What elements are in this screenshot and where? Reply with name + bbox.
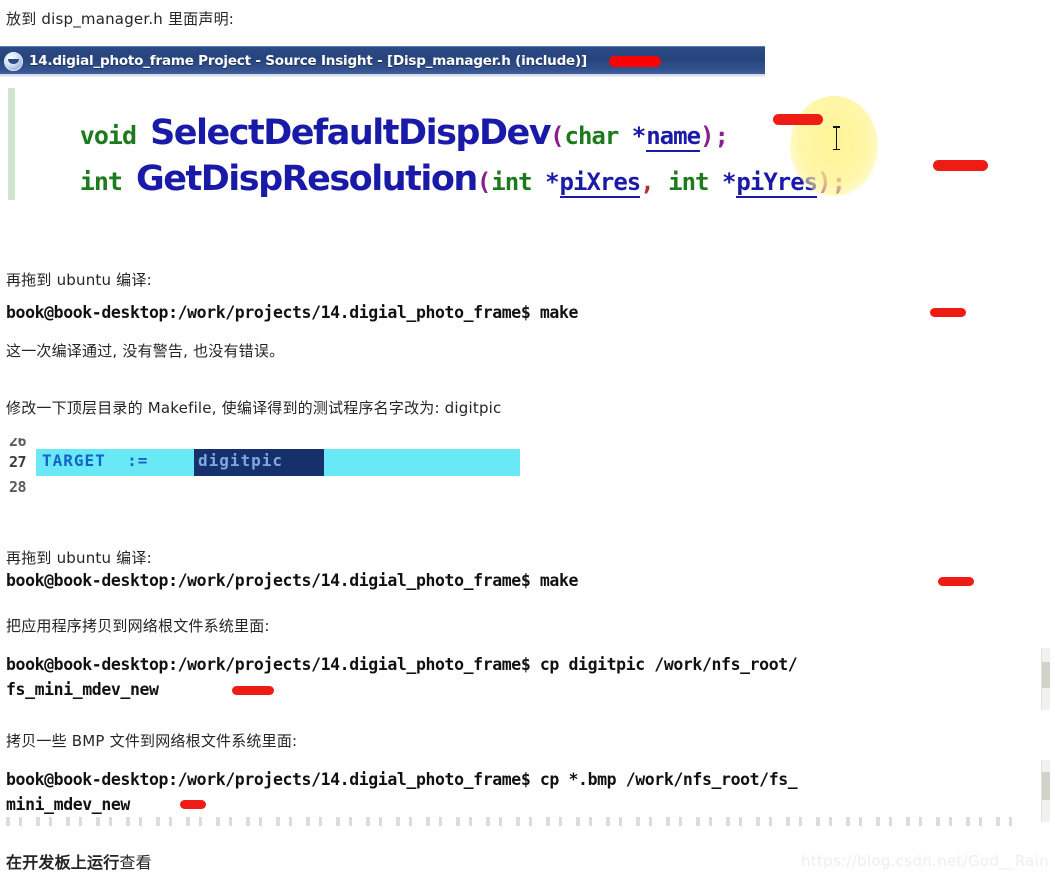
annotation-marker-compile1 bbox=[930, 308, 966, 317]
footer-heading: 在开发板上运行查看 bbox=[6, 849, 152, 873]
annotation-marker-line2 bbox=[933, 160, 988, 171]
code-semicolon-2: ; bbox=[831, 168, 847, 196]
annotation-marker-copy-app bbox=[232, 686, 274, 695]
compile2-terminal-line: book@book-desktop:/work/projects/14.digi… bbox=[6, 571, 579, 590]
terminal-truncated-row bbox=[6, 817, 1016, 826]
annotation-marker-compile2 bbox=[938, 577, 974, 586]
intro-text: 放到 disp_manager.h 里面声明: bbox=[6, 10, 235, 28]
annotation-marker-copy-bmp bbox=[180, 800, 206, 809]
text-caret bbox=[833, 126, 840, 150]
code-param1-type-int: int bbox=[491, 168, 532, 196]
copy-app-terminal-line-1: book@book-desktop:/work/projects/14.digi… bbox=[6, 655, 798, 674]
code-left-margin-bar bbox=[8, 88, 15, 200]
code-close-paren-2: ) bbox=[817, 168, 832, 196]
code-param2-name-piyres: piYres bbox=[736, 168, 818, 198]
source-insight-app-icon bbox=[4, 51, 23, 71]
code-keyword-int: int bbox=[79, 167, 123, 196]
footer-heading-bold: 在开发板上运行 bbox=[6, 853, 120, 872]
code-block: void SelectDefaultDispDev(char *name); i… bbox=[0, 88, 1010, 200]
makefile-selected-text[interactable]: digitpic bbox=[198, 451, 283, 470]
footer-heading-rest: 查看 bbox=[119, 853, 152, 872]
code-function-getdispresolution: GetDispResolution bbox=[136, 159, 478, 199]
copy-app-terminal-line-2: fs_mini_mdev_new bbox=[6, 680, 159, 699]
code-comma: , bbox=[640, 168, 655, 196]
csdn-watermark: https://blog.csdn.net/God__Rain bbox=[800, 852, 1049, 870]
code-param1-name-pixres: piXres bbox=[559, 168, 641, 198]
copy-bmp-caption: 拷贝一些 BMP 文件到网络根文件系统里面: bbox=[6, 732, 298, 750]
terminal-scrollbar-copy-app[interactable] bbox=[1041, 648, 1050, 710]
code-param1-star: * bbox=[545, 168, 560, 196]
compile1-caption: 再拖到 ubuntu 编译: bbox=[6, 271, 152, 289]
terminal-scrollbar-copy-bmp[interactable] bbox=[1041, 760, 1050, 822]
copy-app-caption: 把应用程序拷贝到网络根文件系统里面: bbox=[6, 617, 270, 635]
makefile-line-number: 27 bbox=[9, 453, 27, 471]
compile1-terminal-line: book@book-desktop:/work/projects/14.digi… bbox=[6, 303, 579, 322]
compile2-caption: 再拖到 ubuntu 编译: bbox=[6, 549, 152, 567]
annotation-marker-line1 bbox=[773, 114, 823, 125]
code-param2-star: * bbox=[721, 168, 737, 196]
makefile-editor[interactable]: 26 27 28 TARGET := digitpic bbox=[8, 438, 520, 498]
makefile-line-number-above: 26 bbox=[9, 438, 27, 450]
code-open-paren-2: ( bbox=[476, 168, 492, 196]
document-page: 放到 disp_manager.h 里面声明: 14.digial_photo_… bbox=[0, 0, 1055, 884]
titlebar-underline bbox=[0, 74, 765, 77]
source-insight-title: 14.digial_photo_frame Project - Source I… bbox=[29, 53, 587, 69]
makefile-caption: 修改一下顶层目录的 Makefile, 使编译得到的测试程序名字改为: digi… bbox=[6, 399, 502, 417]
makefile-code-prefix: TARGET := bbox=[42, 451, 159, 470]
code-line-2: int GetDispResolution(int *piXres, int *… bbox=[22, 140, 846, 200]
makefile-line-number-below: 28 bbox=[9, 478, 27, 496]
source-insight-titlebar: 14.digial_photo_frame Project - Source I… bbox=[0, 46, 765, 75]
code-param2-type-int: int bbox=[668, 168, 709, 196]
compile1-result: 这一次编译通过, 没有警告, 也没有错误。 bbox=[6, 342, 285, 360]
annotation-marker-title bbox=[608, 55, 661, 67]
copy-bmp-terminal-line-2: mini_mdev_new bbox=[6, 795, 130, 814]
copy-bmp-terminal-line-1: book@book-desktop:/work/projects/14.digi… bbox=[6, 770, 798, 789]
